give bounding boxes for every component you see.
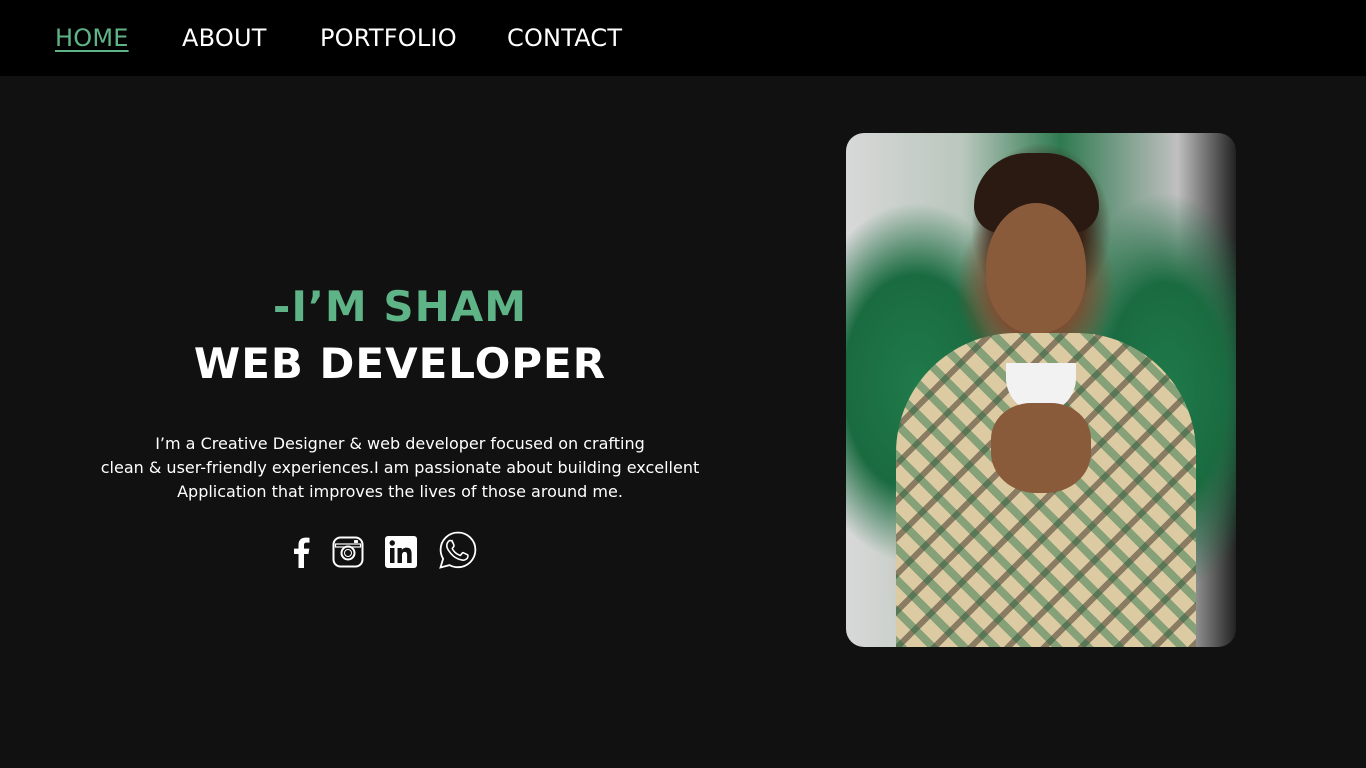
instagram-icon[interactable]	[332, 536, 364, 572]
nav-home-link[interactable]: HOME	[55, 22, 129, 54]
hero-section: -I’M SHAM WEB DEVELOPER I’m a Creative D…	[60, 280, 740, 504]
hero-bio: I’m a Creative Designer & web developer …	[60, 432, 740, 504]
whatsapp-icon[interactable]	[438, 530, 478, 574]
hero-bio-line: Application that improves the lives of t…	[177, 482, 623, 501]
facebook-icon[interactable]	[291, 536, 311, 572]
hero-bio-line: clean & user-friendly experiences.I am p…	[100, 458, 700, 477]
social-links	[283, 528, 483, 572]
hero-role-heading: WEB DEVELOPER	[193, 339, 607, 388]
nav-portfolio-link[interactable]: PORTFOLIO	[320, 22, 457, 54]
nav-contact-link[interactable]: CONTACT	[507, 22, 622, 54]
hero-intro-heading: -I’M SHAM	[272, 282, 528, 331]
nav-about-link[interactable]: ABOUT	[182, 22, 267, 54]
hero-bio-line: I’m a Creative Designer & web developer …	[155, 434, 645, 453]
hands	[991, 403, 1091, 493]
face	[986, 203, 1086, 333]
navbar: HOME ABOUT PORTFOLIO CONTACT	[0, 0, 1366, 76]
linkedin-icon[interactable]	[385, 536, 417, 572]
profile-photo	[846, 133, 1236, 647]
